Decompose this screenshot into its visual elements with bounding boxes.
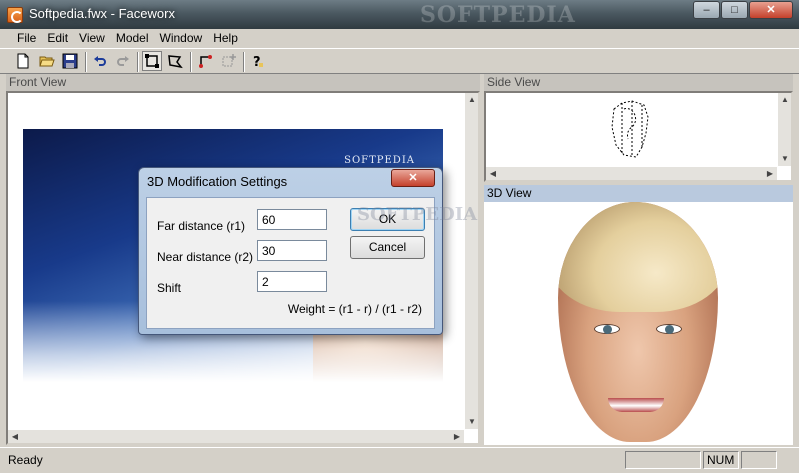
maximize-button[interactable]: □ [721,1,748,19]
new-file-icon[interactable] [13,51,33,71]
scroll-right-arrow[interactable]: ▶ [763,167,777,180]
menu-model[interactable]: Model [112,29,156,48]
app-icon[interactable] [7,7,23,23]
minimize-button[interactable]: ‒ [693,1,720,19]
undo-icon[interactable] [90,51,110,71]
menu-view[interactable]: View [75,29,112,48]
connect-points-icon[interactable] [196,51,216,71]
cancel-button[interactable]: Cancel [350,236,425,259]
side-vertical-scrollbar[interactable]: ▲ ▼ [777,93,791,166]
front-horizontal-scrollbar[interactable]: ◀ ▶ [8,429,464,443]
toolbar-separator [137,52,139,72]
open-folder-icon[interactable] [37,51,57,71]
scroll-left-arrow[interactable]: ◀ [8,430,22,443]
select-rect-icon[interactable] [142,51,162,71]
status-bar: Ready NUM [0,447,799,473]
redo-icon[interactable] [113,51,133,71]
scroll-down-arrow[interactable]: ▼ [465,415,478,429]
far-distance-label: Far distance (r1) [157,219,246,233]
toolbar-separator [85,52,87,72]
side-view-canvas[interactable]: ▲ ▼ ◀ ▶ [484,91,793,182]
hair-region [558,202,718,312]
menu-bar: File Edit View Model Window Help [0,29,799,48]
menu-edit[interactable]: Edit [43,29,75,48]
dialog-watermark: SOFTPEDIA [357,204,478,225]
right-eye [656,324,682,334]
side-horizontal-scrollbar[interactable]: ◀ ▶ [486,166,777,180]
scroll-down-arrow[interactable]: ▼ [778,152,791,166]
menu-window[interactable]: Window [156,29,210,48]
3d-view-header: 3D View [484,185,793,202]
toolbar-separator [243,52,245,72]
shift-input[interactable] [257,271,327,292]
shift-label: Shift [157,281,182,295]
3d-face-model [558,202,718,442]
front-vertical-scrollbar[interactable]: ▲ ▼ [464,93,478,429]
toolbar-separator [190,52,192,72]
3d-modification-dialog: 3D Modification Settings ✕ Far distance … [138,167,477,335]
save-icon[interactable] [60,51,80,71]
side-profile-mesh [611,100,649,158]
mouth [608,398,664,412]
scroll-up-arrow[interactable]: ▲ [465,93,478,107]
status-num: NUM [703,451,739,469]
title-bar: Softpedia.fwx - Faceworx SOFTPEDIA ‒ □ ✕ [0,0,799,29]
dialog-title: 3D Modification Settings [147,174,288,189]
help-icon[interactable]: ? [247,51,267,71]
weight-formula: Weight = (r1 - r) / (r1 - r2) [287,302,422,316]
photo-brand: SOFTPEDIA [344,155,415,166]
window-title: Softpedia.fwx - Faceworx [29,6,175,21]
side-view-header: Side View [484,74,793,91]
near-distance-label: Near distance (r2) [157,250,254,264]
toolbar: ? [0,48,799,74]
dialog-body: Far distance (r1) Near distance (r2) Shi… [146,197,477,329]
left-eye [594,324,620,334]
caption-buttons: ‒ □ ✕ [692,1,793,19]
close-button[interactable]: ✕ [749,1,793,19]
status-cell-empty [625,451,701,469]
dialog-close-button[interactable]: ✕ [391,169,435,187]
near-distance-input[interactable] [257,240,327,261]
status-text: Ready [8,453,43,467]
title-watermark: SOFTPEDIA [420,2,576,28]
status-cell-scrl [741,451,777,469]
add-point-icon[interactable] [219,51,239,71]
menu-help[interactable]: Help [209,29,245,48]
front-view-header: Front View [6,74,480,91]
scroll-right-arrow[interactable]: ▶ [450,430,464,443]
select-poly-icon[interactable] [165,51,185,71]
scroll-left-arrow[interactable]: ◀ [486,167,500,180]
menu-file[interactable]: File [13,29,43,48]
3d-view-canvas[interactable] [484,202,793,445]
far-distance-input[interactable] [257,209,327,230]
scroll-up-arrow[interactable]: ▲ [778,93,791,107]
